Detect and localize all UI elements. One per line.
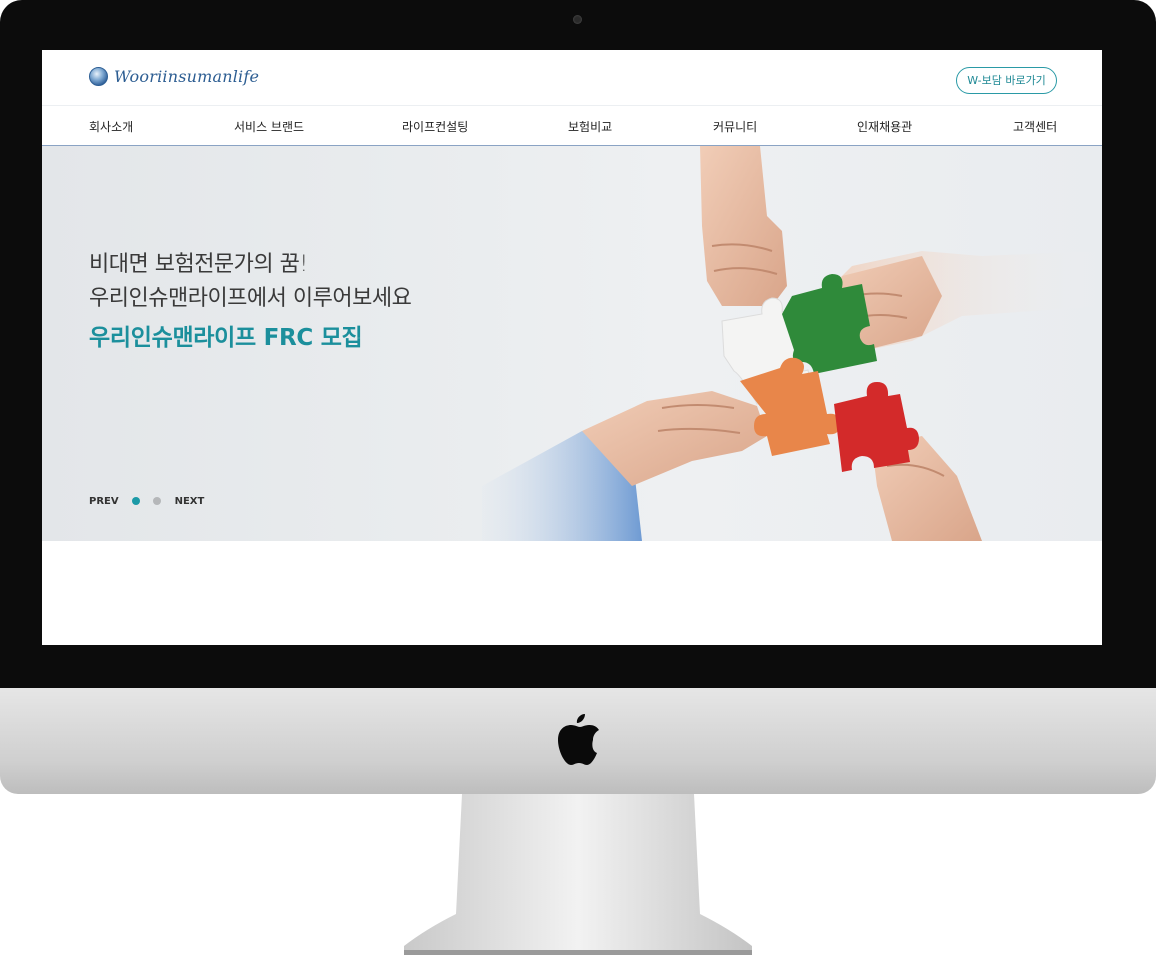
wboard-shortcut-button[interactable]: W-보담 바로가기 [956,67,1057,94]
nav-item-customer-center[interactable]: 고객센터 [1013,118,1057,135]
browser-screen: Wooriinsumanlife W-보담 바로가기 회사소개 서비스 브랜드 … [42,50,1102,645]
nav-item-service-brand[interactable]: 서비스 브랜드 [234,118,304,135]
hero-headline-line1: 비대면 보험전문가의 꿈! [89,252,308,277]
next-button[interactable]: NEXT [175,496,205,507]
site-header: Wooriinsumanlife W-보담 바로가기 [42,50,1102,106]
slider-pager: PREV NEXT [89,495,204,507]
camera-icon [573,15,582,24]
slide-dot-2[interactable] [152,497,161,505]
nav-item-insurance-compare[interactable]: 보험비교 [568,118,612,135]
logo-text: Wooriinsumanlife [114,67,260,86]
nav-item-recruitment[interactable]: 인재채용관 [857,118,912,135]
prev-button[interactable]: PREV [89,496,119,507]
hero-recruit-title: 우리인슈맨라이프 FRC 모집 [89,325,363,351]
nav-item-community[interactable]: 커뮤니티 [713,118,757,135]
site-logo[interactable]: Wooriinsumanlife [89,67,259,86]
nav-item-company[interactable]: 회사소개 [89,118,133,135]
monitor-stand [404,794,752,955]
main-nav: 회사소개 서비스 브랜드 라이프컨설팅 보험비교 커뮤니티 인재채용관 고객센터 [42,106,1102,146]
slide-dot-1[interactable] [131,497,140,505]
hero-banner: 비대면 보험전문가의 꿈! 우리인슈맨라이프에서 이루어보세요 우리인슈맨라이프… [42,146,1102,541]
nav-item-life-consulting[interactable]: 라이프컨설팅 [402,118,468,135]
apple-logo-icon [558,714,599,765]
puzzle-hands-image [482,146,1102,541]
monitor-chin [0,688,1156,794]
content-area [42,541,1102,645]
globe-logo-icon [89,67,108,86]
hero-headline-line2: 우리인슈맨라이프에서 이루어보세요 [89,286,412,311]
